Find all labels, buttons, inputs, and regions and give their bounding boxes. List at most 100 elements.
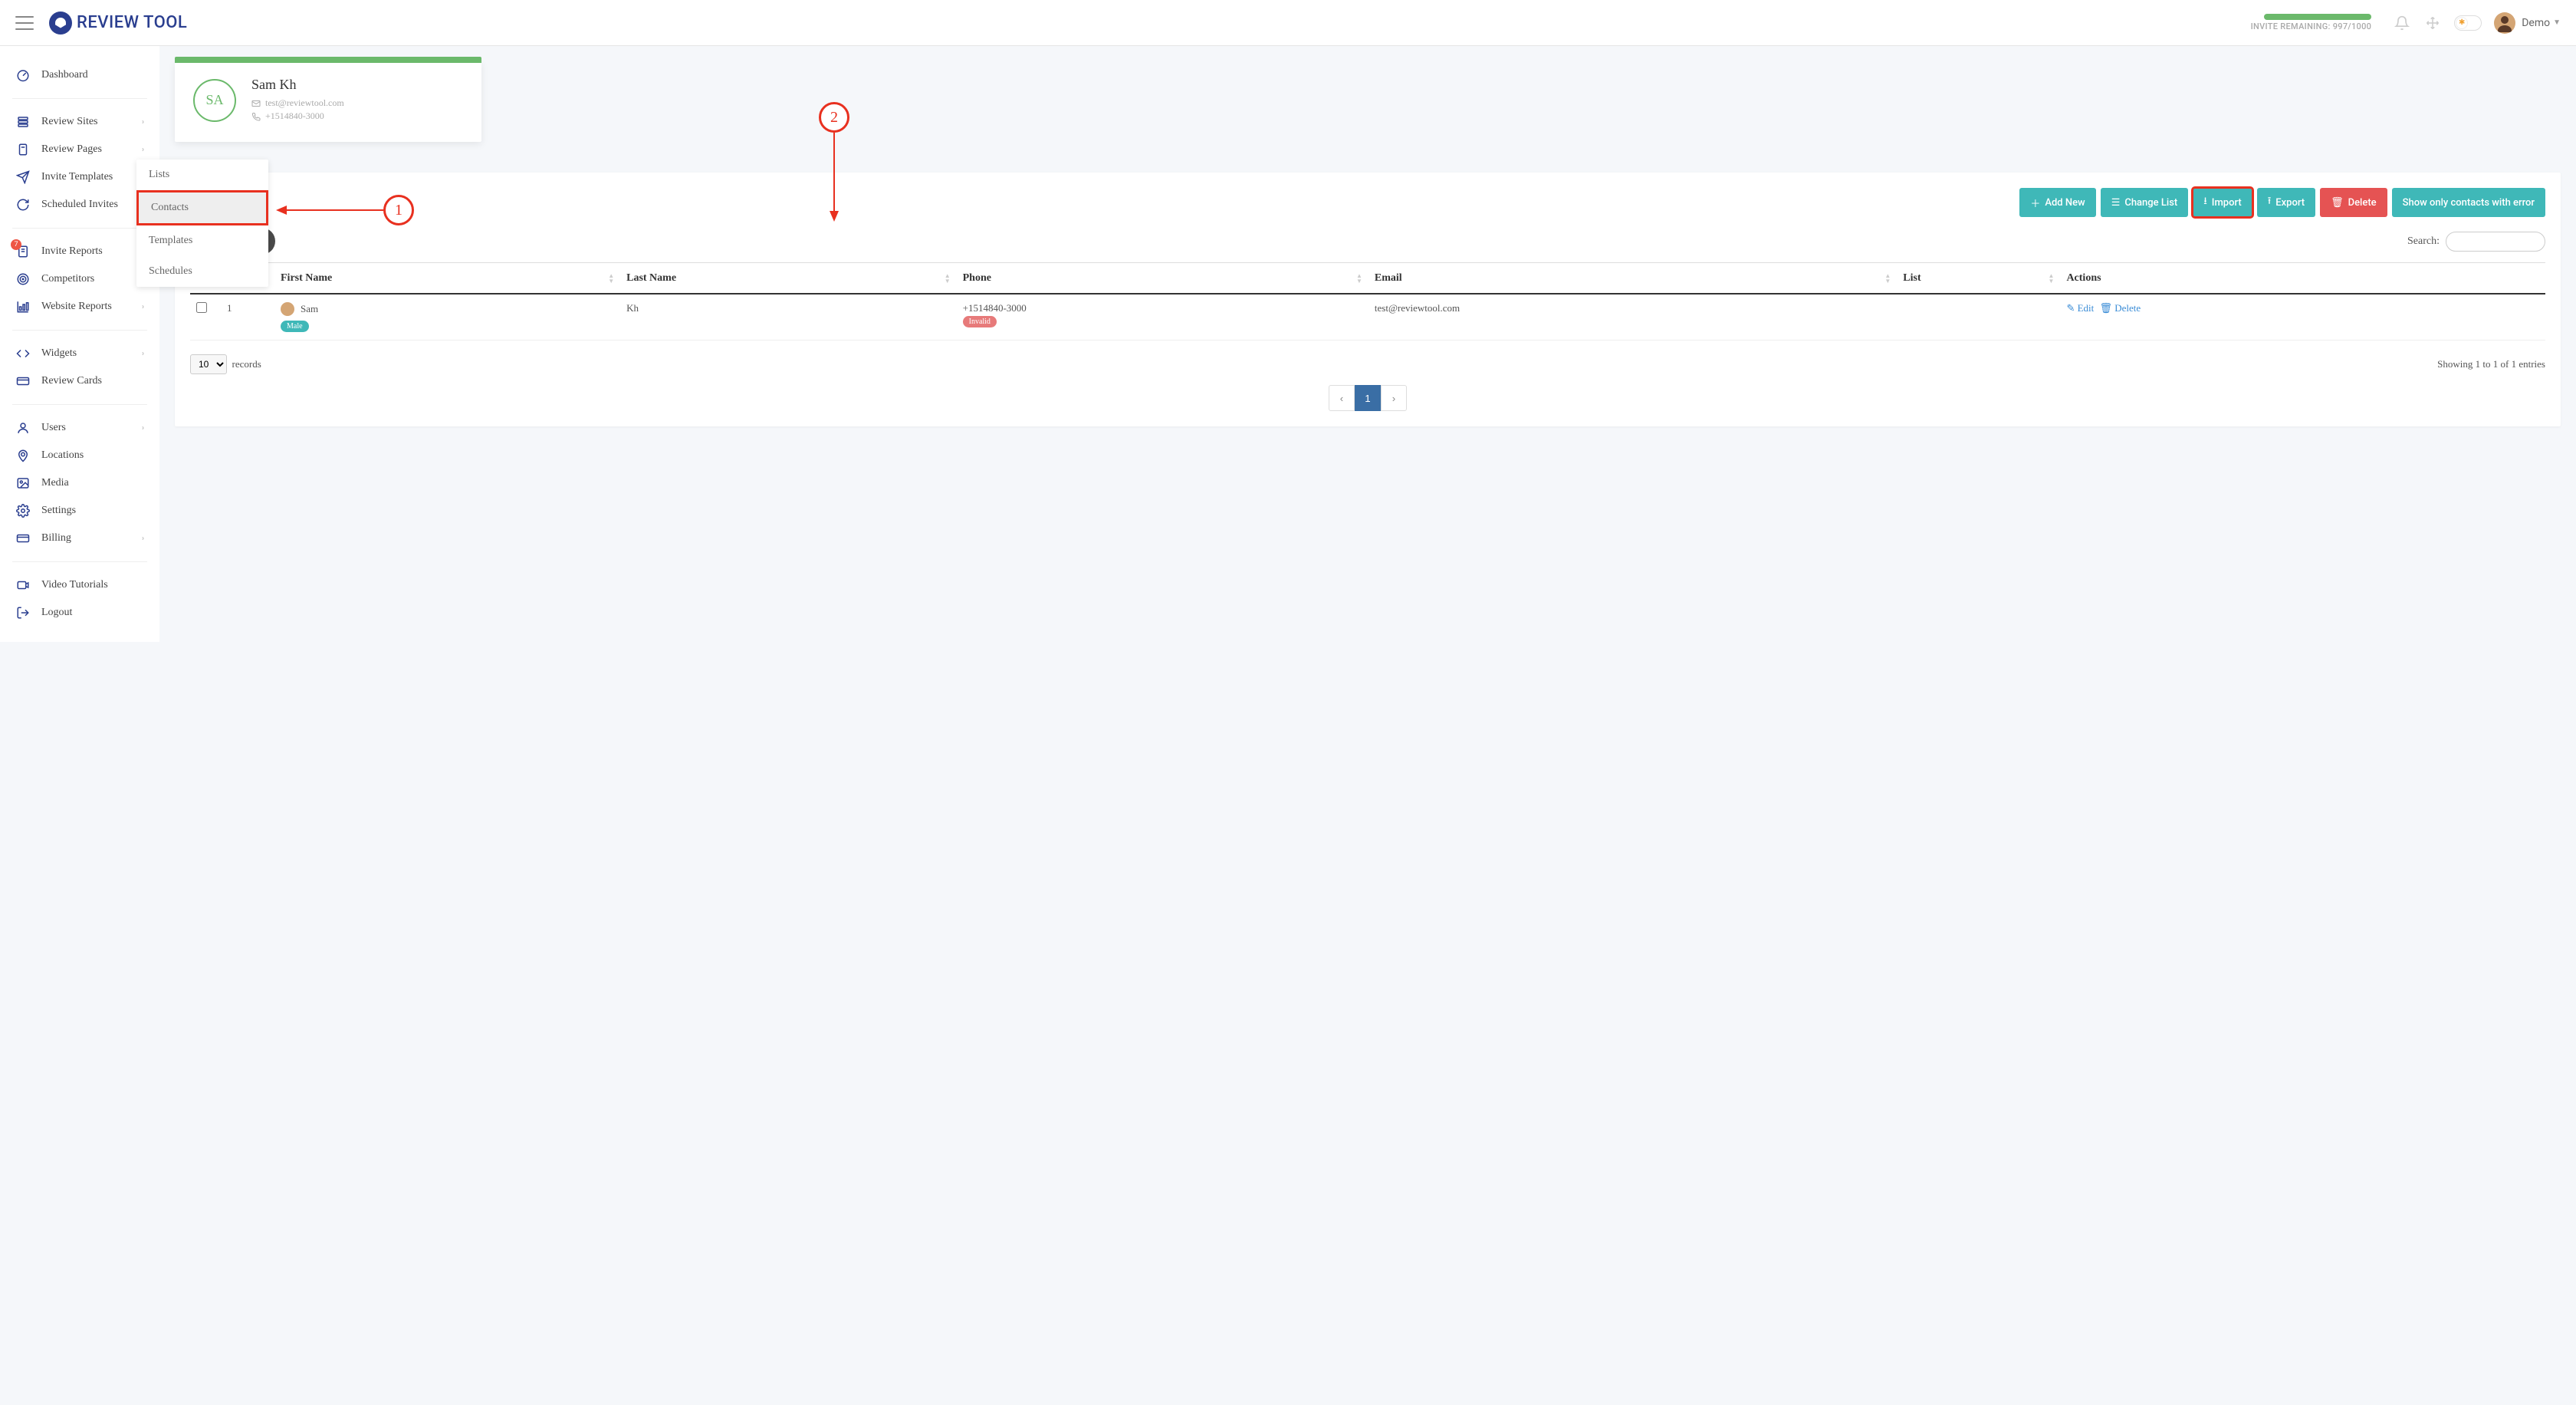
- contacts-panel: ＋Add New ☰Change List ⭳Import ⭱Export 🗑D…: [175, 173, 2561, 426]
- sidebar-item-label: Widgets: [41, 347, 142, 360]
- pager-prev[interactable]: ‹: [1329, 385, 1355, 411]
- profile-initials: SA: [193, 79, 236, 122]
- sidebar-item-label: Dashboard: [41, 69, 144, 81]
- refresh-icon: [15, 197, 31, 212]
- sidebar-item-scheduled-invites[interactable]: Scheduled Invites: [0, 191, 159, 219]
- scheduled-invites-submenu: ListsContactsTemplatesSchedules: [136, 160, 268, 287]
- bell-icon[interactable]: [2393, 14, 2411, 32]
- image-icon: [15, 475, 31, 491]
- sidebar-item-locations[interactable]: Locations: [0, 442, 159, 469]
- chevron-right-icon: ›: [142, 535, 144, 543]
- records-select[interactable]: 10: [190, 354, 227, 374]
- profile-card: SA Sam Kh test@reviewtool.com +1514840-3…: [175, 61, 481, 142]
- badge: 7: [11, 239, 21, 250]
- sidebar-item-label: Review Pages: [41, 143, 142, 156]
- submenu-item-lists[interactable]: Lists: [136, 160, 268, 190]
- sidebar-item-label: Website Reports: [41, 301, 142, 313]
- sidebar-item-dashboard[interactable]: Dashboard: [0, 61, 159, 89]
- video-icon: [15, 577, 31, 593]
- add-new-button[interactable]: ＋Add New: [2019, 188, 2095, 217]
- sidebar: DashboardReview Sites›Review Pages›Invit…: [0, 46, 159, 642]
- chevron-down-icon: ▼: [2553, 18, 2561, 27]
- sidebar-item-label: Scheduled Invites: [41, 199, 144, 211]
- user-avatar[interactable]: [2494, 12, 2515, 34]
- sidebar-item-invite-reports[interactable]: 7Invite Reports: [0, 238, 159, 265]
- delete-link[interactable]: 🗑 Delete: [2100, 302, 2141, 314]
- sidebar-item-label: Billing: [41, 532, 142, 545]
- showing-text: Showing 1 to 1 of 1 entries: [2437, 358, 2545, 370]
- avatar-icon: [281, 302, 294, 316]
- phone-icon: [251, 112, 261, 121]
- theme-toggle[interactable]: ✱: [2454, 15, 2482, 31]
- sidebar-item-review-pages[interactable]: Review Pages›: [0, 136, 159, 163]
- chevron-right-icon: ›: [142, 424, 144, 433]
- submenu-item-contacts[interactable]: Contacts: [136, 190, 268, 225]
- profile-email: test@reviewtool.com: [251, 97, 344, 109]
- col-email[interactable]: Email▲▼: [1368, 263, 1897, 294]
- sidebar-item-users[interactable]: Users›: [0, 414, 159, 442]
- show-error-button[interactable]: Show only contacts with error: [2392, 188, 2545, 217]
- chevron-right-icon: ›: [142, 350, 144, 358]
- logo-icon: [49, 12, 72, 35]
- gear-icon: [15, 503, 31, 518]
- sidebar-item-video-tutorials[interactable]: Video Tutorials: [0, 571, 159, 599]
- sidebar-item-label: Users: [41, 422, 142, 434]
- contacts-toolbar: ＋Add New ☰Change List ⭳Import ⭱Export 🗑D…: [190, 188, 2545, 217]
- sidebar-item-label: Logout: [41, 607, 144, 619]
- upload-icon: ⭱: [2268, 194, 2272, 211]
- logo-text: REVIEW TOOL: [77, 13, 187, 32]
- edit-link[interactable]: ✎ Edit: [2066, 302, 2094, 314]
- mail-icon: [251, 99, 261, 108]
- col-phone[interactable]: Phone▲▼: [957, 263, 1368, 294]
- sidebar-item-label: Review Sites: [41, 116, 142, 128]
- pin-icon: [15, 448, 31, 463]
- pager-page-1[interactable]: 1: [1355, 385, 1381, 411]
- sidebar-item-review-sites[interactable]: Review Sites›: [0, 108, 159, 136]
- user-menu[interactable]: Demo: [2522, 17, 2550, 29]
- delete-button[interactable]: 🗑Delete: [2320, 188, 2387, 217]
- pager-next[interactable]: ›: [1381, 385, 1407, 411]
- col-list[interactable]: List▲▼: [1897, 263, 2060, 294]
- chevron-right-icon: ›: [142, 118, 144, 127]
- logout-icon: [15, 605, 31, 620]
- submenu-item-schedules[interactable]: Schedules: [136, 256, 268, 287]
- move-icon[interactable]: [2423, 14, 2442, 32]
- sidebar-item-widgets[interactable]: Widgets›: [0, 340, 159, 367]
- main-content: SA Sam Kh test@reviewtool.com +1514840-3…: [159, 46, 2576, 642]
- invalid-badge: Invalid: [963, 316, 997, 327]
- submenu-item-templates[interactable]: Templates: [136, 225, 268, 256]
- callout-1: 1: [276, 195, 414, 225]
- search-input[interactable]: [2446, 232, 2545, 252]
- card-icon: [15, 531, 31, 546]
- sidebar-item-settings[interactable]: Settings: [0, 497, 159, 525]
- sidebar-item-competitors[interactable]: Competitors›: [0, 265, 159, 293]
- import-button[interactable]: ⭳Import: [2193, 188, 2252, 217]
- sidebar-item-review-cards[interactable]: Review Cards: [0, 367, 159, 395]
- row-checkbox[interactable]: [196, 302, 207, 313]
- download-icon: ⭳: [2203, 194, 2207, 211]
- sidebar-item-billing[interactable]: Billing›: [0, 525, 159, 552]
- logo[interactable]: REVIEW TOOL: [49, 12, 187, 35]
- page-icon: [15, 142, 31, 157]
- gender-badge: Male: [281, 321, 309, 332]
- col-last[interactable]: Last Name▲▼: [620, 263, 957, 294]
- menu-toggle[interactable]: [15, 16, 34, 30]
- search-box: Search:: [2407, 232, 2545, 252]
- sidebar-item-media[interactable]: Media: [0, 469, 159, 497]
- sidebar-item-logout[interactable]: Logout: [0, 599, 159, 627]
- sidebar-item-website-reports[interactable]: Website Reports›: [0, 293, 159, 321]
- sidebar-item-label: Locations: [41, 449, 144, 462]
- sidebar-item-label: Video Tutorials: [41, 579, 144, 591]
- invite-remaining: INVITE REMAINING: 997/1000: [2251, 14, 2372, 31]
- chevron-right-icon: ›: [142, 146, 144, 154]
- contacts-table: #▲▼ First Name▲▼ Last Name▲▼ Phone▲▼ Ema…: [190, 262, 2545, 341]
- chevron-right-icon: ›: [142, 303, 144, 311]
- sidebar-item-label: Settings: [41, 505, 144, 517]
- sidebar-item-invite-templates[interactable]: Invite Templates: [0, 163, 159, 191]
- invite-progress-bar: [2264, 14, 2371, 20]
- export-button[interactable]: ⭱Export: [2257, 188, 2315, 217]
- user-icon: [15, 420, 31, 436]
- col-first[interactable]: First Name▲▼: [274, 263, 620, 294]
- change-list-button[interactable]: ☰Change List: [2101, 188, 2189, 217]
- profile-name: Sam Kh: [251, 77, 344, 93]
